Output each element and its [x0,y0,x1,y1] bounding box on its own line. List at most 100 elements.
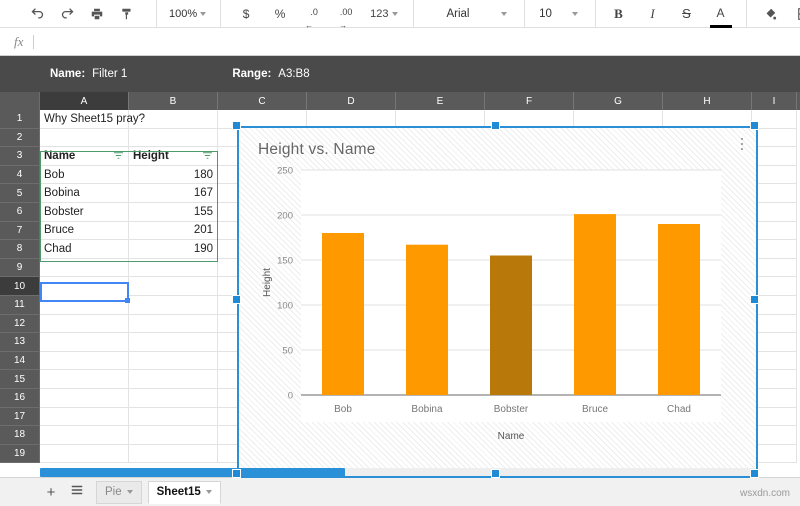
row-header-1[interactable]: 1 [0,110,40,129]
row-header-4[interactable]: 4 [0,166,40,185]
more-formats-button[interactable]: 123 [367,3,400,25]
cell-a6[interactable]: Bobster [40,203,129,222]
row-header-6[interactable]: 6 [0,203,40,222]
cell-i15[interactable] [752,370,797,389]
cell-a7[interactable]: Bruce [40,222,129,241]
cell-b5[interactable]: 167 [129,184,218,203]
column-header-c[interactable]: C [218,92,307,110]
row-header-12[interactable]: 12 [0,315,40,334]
cell-b15[interactable] [129,370,218,389]
column-header-h[interactable]: H [663,92,752,110]
sheet-tab-pie[interactable]: Pie [96,481,142,504]
row-header-17[interactable]: 17 [0,408,40,427]
decrease-decimal-button[interactable]: .0 [303,3,325,25]
row-header-19[interactable]: 19 [0,445,40,464]
cell-b12[interactable] [129,315,218,334]
italic-button[interactable]: I [642,3,664,25]
currency-format-button[interactable]: $ [235,3,257,25]
row-header-7[interactable]: 7 [0,222,40,241]
cell-b7[interactable]: 201 [129,222,218,241]
cell-i7[interactable] [752,222,797,241]
increase-decimal-button[interactable]: .00 [335,3,357,25]
cell-a19[interactable] [40,445,129,464]
cell-a8[interactable]: Chad [40,240,129,259]
cell-b17[interactable] [129,408,218,427]
cell-i2[interactable] [752,129,797,148]
horizontal-scrollbar-thumb[interactable] [40,468,345,477]
cell-a18[interactable] [40,426,129,445]
resize-handle-top-right[interactable] [750,121,759,130]
cell-b8[interactable]: 190 [129,240,218,259]
sheet-tab-sheet15[interactable]: Sheet15 [148,481,221,504]
row-header-18[interactable]: 18 [0,426,40,445]
cell-i3[interactable] [752,147,797,166]
zoom-select[interactable]: 100% [161,3,208,25]
row-header-9[interactable]: 9 [0,259,40,278]
row-header-16[interactable]: 16 [0,389,40,408]
undo-icon[interactable] [26,3,48,25]
cell-b14[interactable] [129,352,218,371]
cell-i13[interactable] [752,333,797,352]
filter-icon[interactable] [113,150,124,161]
cell-b2[interactable] [129,129,218,148]
cell-b11[interactable] [129,296,218,315]
cell-b16[interactable] [129,389,218,408]
text-color-button[interactable]: A [710,3,732,25]
cell-a9[interactable] [40,259,129,278]
resize-handle-bottom-center[interactable] [491,469,500,478]
row-header-5[interactable]: 5 [0,184,40,203]
resize-handle-top-center[interactable] [491,121,500,130]
cell-a11[interactable] [40,296,129,315]
cell-i9[interactable] [752,259,797,278]
print-icon[interactable] [86,3,108,25]
cell-i16[interactable] [752,389,797,408]
percent-format-button[interactable]: % [269,3,291,25]
font-family-select[interactable]: Arial [418,3,492,25]
cell-i12[interactable] [752,315,797,334]
cell-i18[interactable] [752,426,797,445]
font-size-caret[interactable] [563,3,585,25]
cell-a5[interactable]: Bobina [40,184,129,203]
cell-b6[interactable]: 155 [129,203,218,222]
strikethrough-button[interactable]: S [676,3,698,25]
column-header-g[interactable]: G [574,92,663,110]
cell-a15[interactable] [40,370,129,389]
select-all-corner[interactable] [0,92,40,110]
cell-b3[interactable]: Height [129,147,218,166]
borders-icon[interactable] [793,3,800,25]
cell-b18[interactable] [129,426,218,445]
row-header-3[interactable]: 3 [0,147,40,166]
all-sheets-icon[interactable] [64,483,90,501]
cell-b10[interactable] [129,277,218,296]
column-header-f[interactable]: F [485,92,574,110]
chevron-down-icon[interactable] [206,490,212,494]
resize-handle-bottom-left[interactable] [232,469,241,478]
paint-format-icon[interactable] [116,3,138,25]
font-size-select[interactable]: 10 [529,3,563,25]
cell-i17[interactable] [752,408,797,427]
cell-i8[interactable] [752,240,797,259]
chart-object[interactable]: Height vs. Name 050100150200250BobBobina… [237,126,758,478]
row-header-8[interactable]: 8 [0,240,40,259]
redo-icon[interactable] [56,3,78,25]
cell-i14[interactable] [752,352,797,371]
cell-a10[interactable] [40,277,129,296]
cell-a3[interactable]: Name [40,147,129,166]
cell-a12[interactable] [40,315,129,334]
cell-a13[interactable] [40,333,129,352]
cell-i6[interactable] [752,203,797,222]
resize-handle-top-left[interactable] [232,121,241,130]
fill-color-icon[interactable] [759,3,781,25]
filter-icon[interactable] [202,150,213,161]
resize-handle-middle-left[interactable] [232,295,241,304]
bold-button[interactable]: B [608,3,630,25]
cell-a4[interactable]: Bob [40,166,129,185]
cell-i4[interactable] [752,166,797,185]
chart-menu-icon[interactable] [734,133,750,155]
column-header-e[interactable]: E [396,92,485,110]
cell-a1[interactable]: Why Sheet15 pray? [40,110,129,129]
cell-a2[interactable] [40,129,129,148]
column-header-i[interactable]: I [752,92,797,110]
row-header-11[interactable]: 11 [0,296,40,315]
font-family-caret[interactable] [492,3,514,25]
